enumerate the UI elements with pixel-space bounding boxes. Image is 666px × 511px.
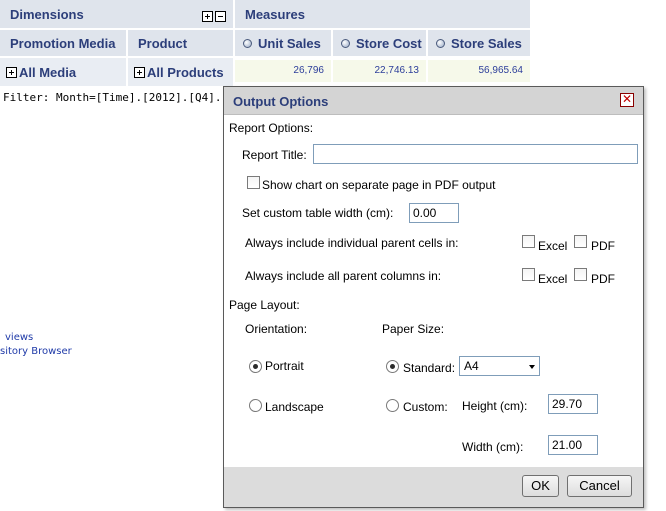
- parent-columns-excel-checkbox[interactable]: [522, 268, 535, 281]
- paper-size-value: A4: [464, 359, 479, 373]
- measures-label: Measures: [245, 6, 305, 22]
- parent-columns-excel-label: Excel: [538, 272, 568, 286]
- views-link[interactable]: views: [5, 332, 33, 343]
- cancel-button[interactable]: Cancel: [567, 475, 632, 497]
- chevron-down-icon: [529, 365, 535, 369]
- paper-size-select[interactable]: A4: [459, 356, 540, 376]
- collapse-all-icon[interactable]: [215, 11, 226, 23]
- measure-label: Store Sales: [451, 35, 522, 51]
- orientation-label: Orientation:: [245, 322, 308, 336]
- parent-cells-pdf-label: PDF: [591, 239, 615, 253]
- standard-label: Standard:: [403, 361, 456, 375]
- parent-columns-pdf-checkbox[interactable]: [574, 268, 587, 281]
- row-header-label: Promotion Media: [10, 35, 116, 51]
- output-options-dialog: Output Options ✕ Report Options: Report …: [223, 86, 644, 508]
- report-title-input[interactable]: [313, 144, 638, 164]
- custom-radio[interactable]: [386, 399, 399, 412]
- member-label: All Products: [147, 64, 224, 80]
- width-input[interactable]: [548, 435, 598, 455]
- sort-icon[interactable]: [436, 38, 445, 48]
- measure-header-store-cost[interactable]: Store Cost: [333, 30, 426, 56]
- expand-icon[interactable]: [6, 66, 17, 78]
- parent-columns-pdf-label: PDF: [591, 272, 615, 286]
- height-label: Height (cm):: [462, 399, 528, 413]
- row-header-label: Product: [138, 35, 188, 51]
- sort-icon[interactable]: [243, 38, 252, 48]
- parent-cells-excel-label: Excel: [538, 239, 568, 253]
- measure-header-store-sales[interactable]: Store Sales: [428, 30, 530, 56]
- dialog-title: Output Options: [233, 94, 329, 109]
- row-header-promotion-media[interactable]: Promotion Media: [0, 30, 126, 56]
- show-chart-checkbox[interactable]: [247, 176, 260, 189]
- show-chart-label: Show chart on separate page in PDF outpu…: [262, 178, 496, 192]
- portrait-radio[interactable]: [249, 360, 262, 373]
- parent-cells-pdf-checkbox[interactable]: [574, 235, 587, 248]
- standard-radio[interactable]: [386, 360, 399, 373]
- value-store-sales: 56,965.64: [428, 60, 530, 82]
- landscape-radio[interactable]: [249, 399, 262, 412]
- table-width-input[interactable]: [409, 203, 459, 223]
- dimensions-label: Dimensions: [10, 6, 84, 22]
- measure-label: Store Cost: [356, 35, 422, 51]
- row-header-product[interactable]: Product: [128, 30, 233, 56]
- dialog-titlebar[interactable]: Output Options ✕: [224, 87, 643, 115]
- dialog-footer: OK Cancel: [224, 467, 643, 507]
- member-all-products[interactable]: All Products: [128, 58, 233, 86]
- expand-all-icon[interactable]: [202, 11, 213, 23]
- expand-icon[interactable]: [134, 66, 145, 78]
- report-title-label: Report Title:: [242, 148, 307, 162]
- close-icon[interactable]: ✕: [620, 93, 634, 107]
- value-store-cost: 22,746.13: [333, 60, 426, 82]
- measure-label: Unit Sales: [258, 35, 321, 51]
- dimensions-header: Dimensions: [0, 0, 233, 28]
- dialog-body: Report Options: Report Title: Show chart…: [224, 115, 643, 469]
- member-all-media[interactable]: All Media: [0, 58, 126, 86]
- filter-text: Filter: Month=[Time].[2012].[Q4].[12]: [3, 91, 249, 104]
- sort-icon[interactable]: [341, 38, 350, 48]
- parent-cells-label: Always include individual parent cells i…: [245, 236, 459, 250]
- width-label: Width (cm):: [462, 440, 524, 454]
- member-label: All Media: [19, 64, 77, 80]
- landscape-label: Landscape: [265, 400, 324, 414]
- table-width-label: Set custom table width (cm):: [242, 206, 394, 220]
- repository-browser-link[interactable]: sitory Browser: [0, 346, 72, 357]
- ok-button[interactable]: OK: [522, 475, 559, 497]
- custom-label: Custom:: [403, 400, 448, 414]
- measure-header-unit-sales[interactable]: Unit Sales: [235, 30, 331, 56]
- parent-columns-label: Always include all parent columns in:: [245, 269, 442, 283]
- paper-size-label: Paper Size:: [382, 322, 445, 336]
- portrait-label: Portrait: [265, 359, 304, 373]
- parent-cells-excel-checkbox[interactable]: [522, 235, 535, 248]
- report-options-heading: Report Options:: [229, 121, 314, 135]
- dimension-controls: [202, 8, 228, 23]
- measures-header: Measures: [235, 0, 530, 28]
- page-layout-heading: Page Layout:: [229, 298, 300, 312]
- value-unit-sales: 26,796: [235, 60, 331, 82]
- height-input[interactable]: [548, 394, 598, 414]
